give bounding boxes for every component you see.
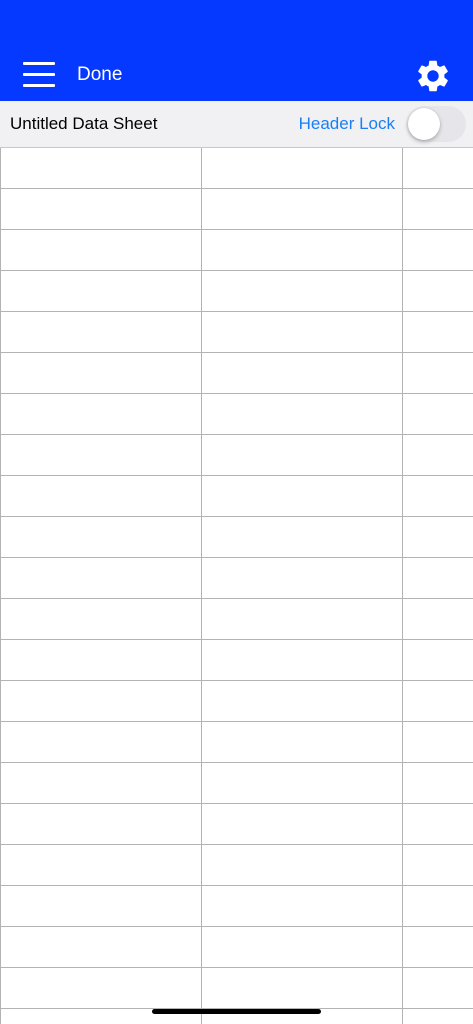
table-cell[interactable] <box>0 968 202 1008</box>
table-row <box>0 271 473 312</box>
table-cell[interactable] <box>402 353 473 393</box>
table-cell[interactable] <box>0 927 202 967</box>
home-indicator <box>152 1009 321 1014</box>
table-cell[interactable] <box>0 435 202 475</box>
table-cell[interactable] <box>402 640 473 680</box>
table-cell[interactable] <box>201 558 403 598</box>
table-cell[interactable] <box>201 804 403 844</box>
table-cell[interactable] <box>402 394 473 434</box>
top-toolbar: Done <box>0 0 473 101</box>
table-cell[interactable] <box>201 640 403 680</box>
table-cell[interactable] <box>402 230 473 270</box>
table-cell[interactable] <box>201 230 403 270</box>
table-cell[interactable] <box>402 845 473 885</box>
table-row <box>0 394 473 435</box>
header-lock-label: Header Lock <box>298 114 395 133</box>
table-cell[interactable] <box>402 763 473 803</box>
table-cell[interactable] <box>201 517 403 557</box>
table-cell[interactable] <box>0 189 202 229</box>
table-row <box>0 886 473 927</box>
table-cell[interactable] <box>0 599 202 639</box>
table-cell[interactable] <box>201 394 403 434</box>
table-cell[interactable] <box>201 845 403 885</box>
table-cell[interactable] <box>402 476 473 516</box>
table-cell[interactable] <box>201 763 403 803</box>
table-cell[interactable] <box>0 476 202 516</box>
table-row <box>0 804 473 845</box>
data-grid <box>0 148 473 1024</box>
table-cell[interactable] <box>0 517 202 557</box>
table-cell[interactable] <box>0 640 202 680</box>
table-row <box>0 845 473 886</box>
table-row <box>0 312 473 353</box>
table-cell[interactable] <box>201 886 403 926</box>
gear-icon <box>418 60 448 92</box>
table-cell[interactable] <box>201 599 403 639</box>
table-cell[interactable] <box>0 312 202 352</box>
sheet-title[interactable]: Untitled Data Sheet <box>10 113 157 135</box>
done-button[interactable]: Done <box>77 63 122 87</box>
table-cell[interactable] <box>402 804 473 844</box>
table-cell[interactable] <box>0 353 202 393</box>
table-cell[interactable] <box>402 435 473 475</box>
table-cell[interactable] <box>0 230 202 270</box>
table-row <box>0 476 473 517</box>
table-row <box>0 927 473 968</box>
table-row <box>0 763 473 804</box>
table-cell[interactable] <box>402 968 473 1008</box>
table-cell[interactable] <box>402 886 473 926</box>
table-cell[interactable] <box>201 722 403 762</box>
table-cell[interactable] <box>402 271 473 311</box>
table-cell[interactable] <box>0 148 202 188</box>
table-cell[interactable] <box>402 558 473 598</box>
table-cell[interactable] <box>0 845 202 885</box>
table-row <box>0 435 473 476</box>
settings-button[interactable] <box>414 57 452 95</box>
sheet-header-bar: Untitled Data Sheet Header Lock <box>0 101 473 148</box>
table-cell[interactable] <box>402 189 473 229</box>
table-row <box>0 558 473 599</box>
table-row <box>0 353 473 394</box>
table-cell[interactable] <box>402 599 473 639</box>
table-cell[interactable] <box>0 394 202 434</box>
table-cell[interactable] <box>402 312 473 352</box>
table-cell[interactable] <box>201 271 403 311</box>
table-cell[interactable] <box>0 763 202 803</box>
table-cell[interactable] <box>201 927 403 967</box>
table-cell[interactable] <box>201 312 403 352</box>
table-cell[interactable] <box>402 148 473 188</box>
toggle-knob <box>408 108 440 140</box>
table-cell[interactable] <box>201 435 403 475</box>
table-cell[interactable] <box>0 681 202 721</box>
table-row <box>0 148 473 189</box>
table-cell[interactable] <box>201 353 403 393</box>
table-row <box>0 599 473 640</box>
table-cell[interactable] <box>201 968 403 1008</box>
table-cell[interactable] <box>0 722 202 762</box>
table-cell[interactable] <box>201 681 403 721</box>
table-cell[interactable] <box>402 927 473 967</box>
table-cell[interactable] <box>0 804 202 844</box>
table-cell[interactable] <box>0 886 202 926</box>
table-row <box>0 517 473 558</box>
table-row <box>0 640 473 681</box>
table-cell[interactable] <box>201 189 403 229</box>
table-row <box>0 968 473 1009</box>
table-cell[interactable] <box>0 271 202 311</box>
table-cell[interactable] <box>402 681 473 721</box>
header-lock-toggle[interactable] <box>406 106 466 142</box>
table-cell[interactable] <box>402 1009 473 1024</box>
table-cell[interactable] <box>0 558 202 598</box>
table-row <box>0 722 473 763</box>
table-row <box>0 681 473 722</box>
table-cell[interactable] <box>402 517 473 557</box>
table-cell[interactable] <box>201 148 403 188</box>
menu-button[interactable] <box>16 56 62 94</box>
table-cell[interactable] <box>201 476 403 516</box>
table-row <box>0 189 473 230</box>
table-row <box>0 230 473 271</box>
table-cell[interactable] <box>402 722 473 762</box>
